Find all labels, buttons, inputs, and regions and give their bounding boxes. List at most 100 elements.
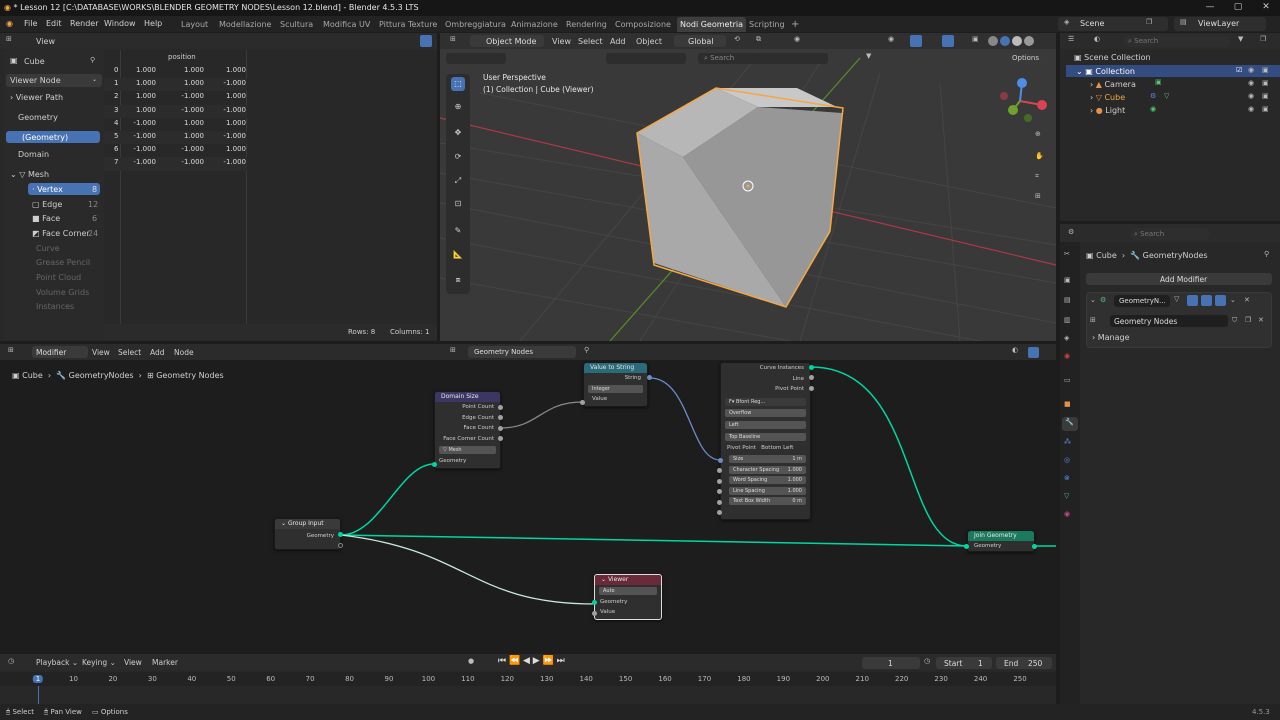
viewport-menu-object[interactable]: Object: [636, 37, 662, 46]
socket-group-geometry[interactable]: [338, 532, 343, 537]
scene-collection-item[interactable]: ▣ Scene Collection: [1074, 53, 1151, 62]
viewport-menu-add[interactable]: Add: [610, 37, 626, 46]
spreadsheet-editor-icon[interactable]: ⊞: [6, 35, 12, 43]
overflow-dropdown[interactable]: Overflow: [725, 408, 806, 417]
node-menu-add[interactable]: Add: [150, 348, 165, 357]
measure-tool-icon[interactable]: 📐: [451, 248, 465, 262]
modifier-expand-icon[interactable]: ⌄: [1090, 296, 1096, 304]
pin-icon[interactable]: ⚲: [90, 56, 95, 64]
tab-animazione[interactable]: Animazione: [508, 17, 561, 32]
field-line-spacing[interactable]: Line Spacing 1.000: [729, 486, 806, 495]
duplicate-icon[interactable]: ❐: [1245, 316, 1251, 324]
collection-item[interactable]: ⌄ ▣ Collection: [1076, 67, 1135, 76]
node-tree-type-icon[interactable]: ⊞: [450, 346, 456, 354]
render-tab-icon[interactable]: ▣: [1064, 276, 1071, 284]
xray-icon[interactable]: ▣: [972, 35, 979, 43]
select-box-tool-icon[interactable]: ⬚: [451, 77, 465, 91]
solid-shading-icon[interactable]: [1000, 36, 1010, 46]
timeline-menu-marker[interactable]: Marker: [152, 658, 178, 667]
new-scene-icon[interactable]: ❐: [1146, 18, 1152, 26]
camera-visibility-icon[interactable]: ◉: [1248, 79, 1254, 87]
viewer-node[interactable]: ⌄ Viewer Auto Geometry Value: [594, 574, 662, 620]
tab-nodi-geometria[interactable]: Nodi Geometria: [677, 17, 747, 32]
display-mode-icon[interactable]: ◐: [1094, 35, 1100, 43]
add-cube-tool-icon[interactable]: ⧈: [451, 273, 465, 287]
light-visibility-icon[interactable]: ◉: [1248, 105, 1254, 113]
scale-tool-icon[interactable]: ⤢: [451, 174, 465, 188]
collection-tab-icon[interactable]: ▭: [1064, 376, 1071, 384]
remove-modifier-icon[interactable]: ✕: [1244, 296, 1250, 304]
tool-tab-icon[interactable]: ✂: [1064, 250, 1070, 258]
value-to-string-node[interactable]: Value to String String Integer Value: [583, 362, 648, 407]
viewer-path-toggle[interactable]: › Viewer Path: [10, 93, 63, 102]
scene-tab-icon[interactable]: ◈: [1064, 334, 1069, 342]
tab-composizione[interactable]: Composizione: [612, 17, 674, 32]
viewport-toggle-icon[interactable]: [1201, 295, 1212, 306]
socket-string-output[interactable]: [647, 375, 652, 380]
node-pin-icon[interactable]: ⚲: [584, 346, 589, 354]
field-text-box-width[interactable]: Text Box Width 0 m: [729, 497, 806, 505]
particles-tab-icon[interactable]: ⁂: [1064, 438, 1071, 446]
spreadsheet-view-menu[interactable]: View: [36, 37, 55, 46]
viewport-menu-select[interactable]: Select: [578, 37, 603, 46]
field-character-spacing[interactable]: Character Spacing 1.000: [729, 465, 806, 474]
string-to-curves-node[interactable]: Curve Instances Line Pivot Point F▾ Bfon…: [720, 362, 811, 520]
socket-face-count[interactable]: [498, 426, 503, 431]
socket-text-box-width[interactable]: [717, 510, 722, 515]
viewport-editor-icon[interactable]: ⊞: [450, 35, 456, 43]
cube-render-icon[interactable]: ▣: [1262, 92, 1269, 100]
constraints-tab-icon[interactable]: ⊗: [1064, 474, 1070, 482]
select-mode-buttons[interactable]: [446, 53, 506, 64]
viewport-menu-view[interactable]: View: [552, 37, 571, 46]
menu-file[interactable]: File: [24, 16, 37, 32]
socket-join-input[interactable]: [964, 544, 969, 549]
annotate-tool-icon[interactable]: ✎: [451, 224, 465, 238]
field-word-spacing[interactable]: Word Spacing 1.000: [729, 476, 806, 484]
tab-modifica-uv[interactable]: Modifica UV: [320, 17, 373, 32]
domain-edge-label[interactable]: ▢ Edge: [32, 200, 62, 209]
pivot-icon[interactable]: ⟲: [734, 35, 740, 43]
visibility-icon[interactable]: ◉: [888, 35, 894, 43]
tab-modellazione[interactable]: Modellazione: [216, 17, 274, 32]
timeline-menu-keying[interactable]: Keying ⌄: [82, 658, 116, 667]
add-workspace-icon[interactable]: +: [788, 17, 802, 32]
navigation-gizmo[interactable]: [998, 76, 1050, 122]
socket-size[interactable]: [717, 468, 722, 473]
pivot-point-row[interactable]: Pivot Point Bottom Left: [721, 443, 810, 453]
socket-edge-count[interactable]: [498, 415, 503, 420]
socket-character-spacing[interactable]: [717, 478, 722, 484]
transform-tool-icon[interactable]: ⊡: [451, 197, 465, 211]
viewer-domain-dropdown[interactable]: Auto: [599, 587, 657, 595]
view-layer-tab-icon[interactable]: ▥: [1064, 316, 1071, 324]
tab-pittura-texture[interactable]: Pittura Texture: [376, 17, 440, 32]
filter-icon[interactable]: [420, 35, 432, 47]
timeline-menu-view[interactable]: View: [124, 658, 142, 667]
collection-render-icon[interactable]: ▣: [1262, 66, 1269, 74]
tab-rendering[interactable]: Rendering: [563, 17, 610, 32]
auto-key-icon[interactable]: ●: [468, 657, 474, 665]
domain-face-label[interactable]: ■ Face: [32, 214, 60, 223]
socket-viewer-value[interactable]: [592, 611, 597, 616]
outliner-editor-icon[interactable]: ☰: [1068, 35, 1074, 43]
material-shading-icon[interactable]: [1012, 36, 1022, 46]
align-y-dropdown[interactable]: Top Baseline: [725, 432, 806, 441]
outliner-filter-icon[interactable]: ▼: [1238, 35, 1243, 43]
node-menu-node[interactable]: Node: [174, 348, 194, 357]
socket-join-output[interactable]: [1032, 544, 1037, 549]
exclude-checkbox-icon[interactable]: ☑: [1236, 66, 1242, 74]
edit-mode-toggle-icon[interactable]: [1187, 295, 1198, 306]
domain-component-dropdown[interactable]: ▽ Mesh: [439, 446, 496, 454]
funnel-icon[interactable]: ▼: [866, 52, 871, 60]
clock-icon[interactable]: ◷: [924, 657, 930, 665]
menu-render[interactable]: Render: [70, 16, 98, 32]
timeline-editor-icon[interactable]: ◷: [8, 657, 14, 665]
tab-ombreggiatura[interactable]: Ombreggiatura: [442, 17, 509, 32]
pan-hand-icon[interactable]: ✋: [1035, 152, 1044, 160]
menu-edit[interactable]: Edit: [46, 16, 62, 32]
socket-pivot-point[interactable]: [809, 386, 814, 391]
ortho-toggle-icon[interactable]: ⊞: [1035, 192, 1041, 200]
collection-visibility-icon[interactable]: ◉: [1248, 66, 1254, 74]
socket-value-input[interactable]: [580, 400, 585, 405]
render-shading-icon[interactable]: [1024, 36, 1034, 46]
outliner-light[interactable]: › ● Light: [1090, 106, 1125, 115]
